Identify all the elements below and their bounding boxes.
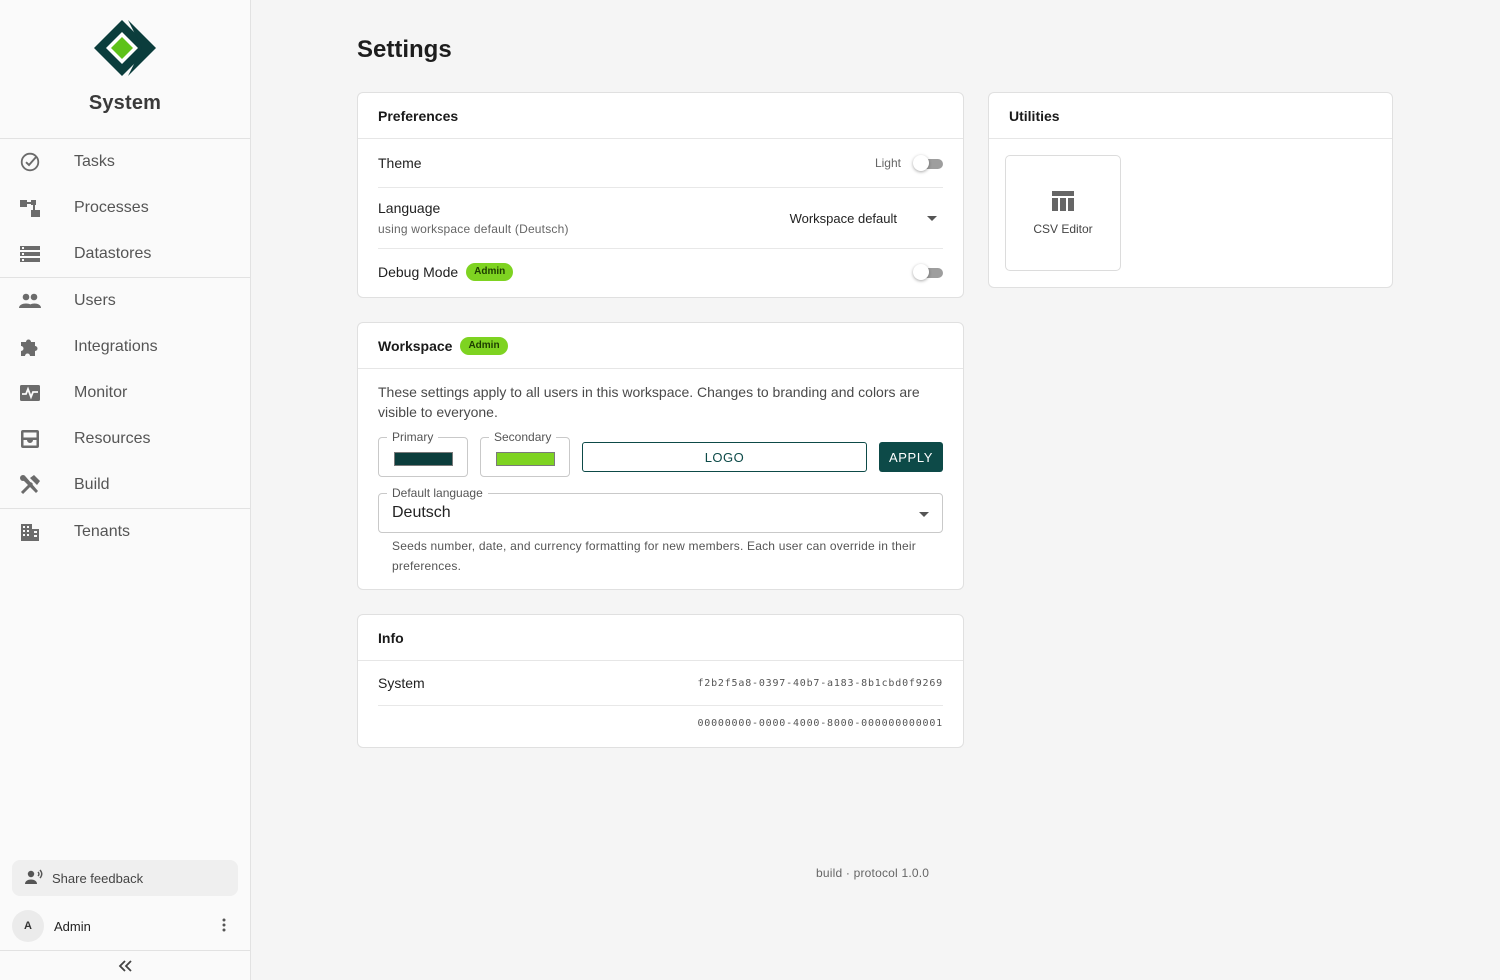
sidebar-item-users[interactable]: Users xyxy=(0,278,250,324)
default-language-select[interactable]: Default language Deutsch xyxy=(378,486,943,533)
sidebar-item-resources[interactable]: Resources xyxy=(0,416,250,462)
inbox-icon xyxy=(19,428,41,450)
tenant-id: 00000000-0000-4000-8000-000000000001 xyxy=(697,717,943,729)
logo-button[interactable]: LOGO xyxy=(582,442,867,472)
building-icon xyxy=(19,521,41,543)
sidebar-item-label: Processes xyxy=(74,199,149,216)
share-feedback-button[interactable]: Share feedback xyxy=(12,860,238,896)
system-label: System xyxy=(378,675,425,691)
users-icon xyxy=(19,290,41,312)
default-language-value: Deutsch xyxy=(392,504,451,521)
theme-toggle[interactable] xyxy=(913,155,943,171)
brand: System xyxy=(0,0,250,139)
debug-toggle[interactable] xyxy=(913,264,943,280)
sidebar-item-label: Resources xyxy=(74,430,151,447)
primary-color-swatch[interactable] xyxy=(394,452,453,466)
sidebar-item-label: Datastores xyxy=(74,245,152,262)
sidebar-item-integrations[interactable]: Integrations xyxy=(0,324,250,370)
csv-editor-tile[interactable]: CSV Editor xyxy=(1005,155,1121,271)
language-sub: using workspace default (Deutsch) xyxy=(378,222,569,236)
secondary-color-field[interactable]: Secondary xyxy=(480,430,570,477)
sidebar-item-build[interactable]: Build xyxy=(0,462,250,508)
nav-group-tenants: Tenants xyxy=(0,509,250,555)
monitor-icon xyxy=(19,382,41,404)
debug-row: Debug Mode Admin xyxy=(378,249,943,295)
app-name: System xyxy=(88,92,162,114)
language-value: Workspace default xyxy=(789,210,897,226)
system-id: f2b2f5a8-0397-40b7-a183-8b1cbd0f9269 xyxy=(697,677,943,689)
sidebar-item-label: Build xyxy=(74,476,110,493)
feedback-label: Share feedback xyxy=(52,870,144,886)
utilities-title: Utilities xyxy=(989,93,1392,139)
check-circle-icon xyxy=(19,151,41,173)
theme-label: Theme xyxy=(378,155,422,171)
default-language-label: Default language xyxy=(387,486,488,500)
secondary-color-label: Secondary xyxy=(489,430,557,444)
debug-label: Debug Mode xyxy=(378,264,459,280)
tenant-id-row: 00000000-0000-4000-8000-000000000001 xyxy=(378,706,943,740)
theme-value: Light xyxy=(874,156,901,170)
default-language-helper: Seeds number, date, and currency formatt… xyxy=(392,539,916,573)
nav-group-primary: Tasks Processes Datastores xyxy=(0,139,250,278)
language-row: Language using workspace default (Deutsc… xyxy=(378,188,943,249)
system-id-row: System f2b2f5a8-0397-40b7-a183-8b1cbd0f9… xyxy=(378,661,943,706)
process-icon xyxy=(19,197,41,219)
collapse-sidebar-button[interactable] xyxy=(0,950,250,980)
language-label: Language xyxy=(378,200,441,216)
workspace-card: Workspace Admin These settings apply to … xyxy=(357,322,964,590)
info-title: Info xyxy=(358,615,963,661)
admin-badge: Admin xyxy=(460,336,508,355)
preferences-card: Preferences Theme Light Language using w… xyxy=(357,92,964,298)
more-vert-icon[interactable] xyxy=(216,918,232,935)
sidebar-item-monitor[interactable]: Monitor xyxy=(0,370,250,416)
primary-color-label: Primary xyxy=(387,430,439,444)
sidebar-item-processes[interactable]: Processes xyxy=(0,185,250,231)
datastore-icon xyxy=(19,243,41,265)
secondary-color-swatch[interactable] xyxy=(496,452,555,466)
feedback-icon xyxy=(25,869,43,888)
nav-group-admin: Users Integrations Monitor Resources Bui… xyxy=(0,278,250,509)
sidebar-item-label: Tasks xyxy=(74,153,115,170)
table-icon xyxy=(1052,191,1074,211)
double-chevron-left-icon xyxy=(118,959,132,972)
admin-badge: Admin xyxy=(466,263,514,281)
user-name: Admin xyxy=(54,918,91,934)
user-menu[interactable]: A Admin xyxy=(0,902,250,950)
build-info: build · protocol 1.0.0 xyxy=(816,866,930,880)
puzzle-icon xyxy=(19,336,41,358)
workspace-description: These settings apply to all users in thi… xyxy=(378,384,920,420)
sidebar-item-tenants[interactable]: Tenants xyxy=(0,509,250,555)
sidebar-item-label: Integrations xyxy=(74,338,158,355)
preferences-title: Preferences xyxy=(358,93,963,139)
sidebar-item-tasks[interactable]: Tasks xyxy=(0,139,250,185)
sidebar-item-datastores[interactable]: Datastores xyxy=(0,231,250,277)
avatar: A xyxy=(12,910,44,942)
info-card: Info System f2b2f5a8-0397-40b7-a183-8b1c… xyxy=(357,614,964,748)
sidebar-item-label: Monitor xyxy=(74,384,128,401)
sidebar-item-label: Users xyxy=(74,292,116,309)
sidebar-item-label: Tenants xyxy=(74,523,131,540)
app-logo-icon xyxy=(94,20,156,76)
workspace-title: Workspace xyxy=(378,337,453,354)
primary-color-field[interactable]: Primary xyxy=(378,430,468,477)
caret-down-icon xyxy=(927,215,937,221)
csv-editor-label: CSV Editor xyxy=(1033,222,1093,236)
caret-down-icon xyxy=(919,512,929,517)
sidebar-footer: Share feedback A Admin xyxy=(0,860,250,980)
language-select[interactable]: Workspace default xyxy=(790,211,937,226)
workspace-header: Workspace Admin xyxy=(358,323,963,369)
page-title: Settings xyxy=(357,36,452,63)
theme-row: Theme Light xyxy=(378,139,943,188)
tools-icon xyxy=(19,474,41,496)
sidebar: System Tasks Processes Datastores Users … xyxy=(0,0,251,980)
utilities-card: Utilities CSV Editor xyxy=(988,92,1393,288)
apply-button[interactable]: APPLY xyxy=(879,442,943,472)
